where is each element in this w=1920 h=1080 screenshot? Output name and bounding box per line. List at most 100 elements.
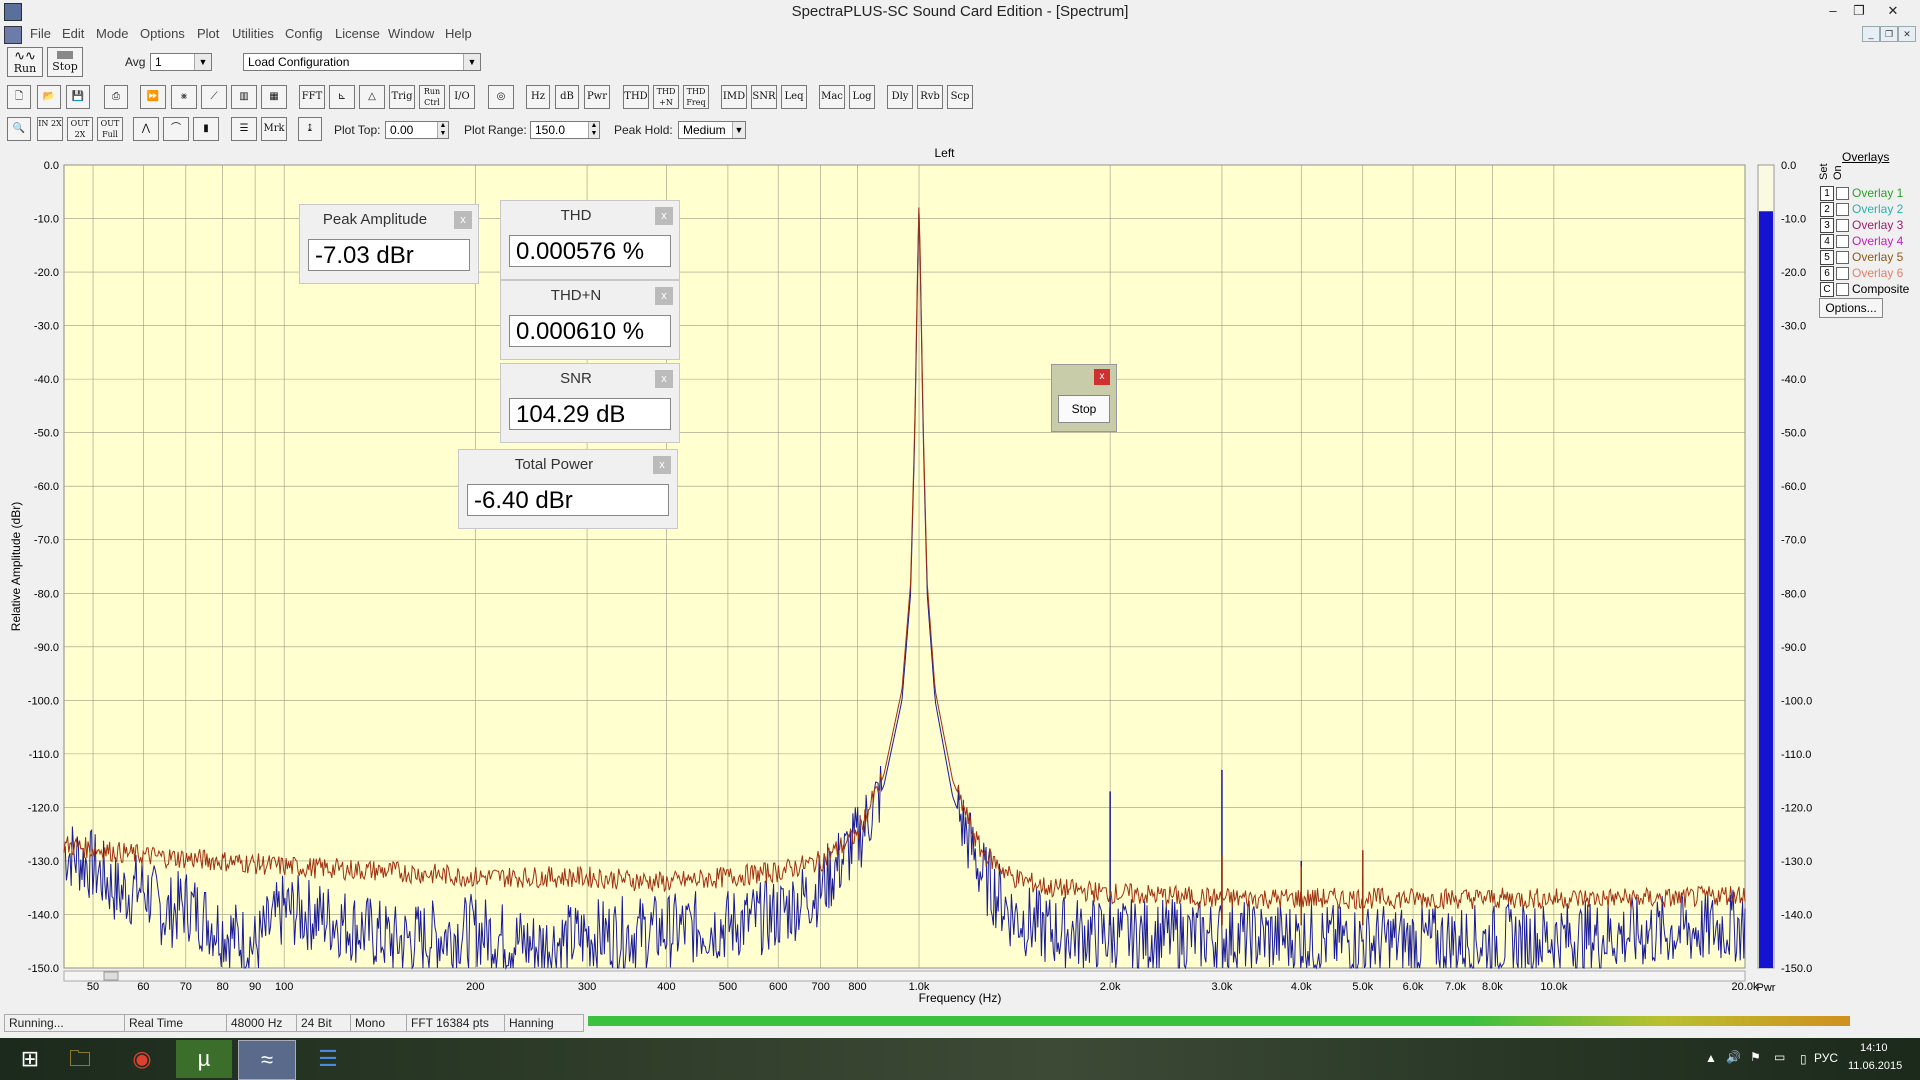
- run-button[interactable]: ∿∿ Run: [7, 47, 43, 77]
- peak-hold-select[interactable]: Medium ▼: [678, 121, 746, 139]
- menu-options[interactable]: Options: [140, 26, 185, 41]
- imd-button[interactable]: IMD: [721, 85, 747, 109]
- mac-button[interactable]: Mac: [819, 85, 845, 109]
- zoom-out-full-button[interactable]: OUT Full: [97, 117, 123, 141]
- thd-freq-button[interactable]: THD Freq: [683, 85, 709, 109]
- signal-generator-icon[interactable]: ◎: [488, 85, 514, 109]
- clock-date[interactable]: 11.06.2015: [1848, 1060, 1902, 1072]
- close-icon[interactable]: x: [454, 211, 472, 229]
- menu-mode[interactable]: Mode: [96, 26, 129, 41]
- log-button[interactable]: Log: [849, 85, 875, 109]
- curve-icon[interactable]: ⌒: [163, 117, 189, 141]
- bars-icon[interactable]: ▥: [231, 85, 257, 109]
- io-button[interactable]: I/O: [449, 85, 475, 109]
- mdi-close-button[interactable]: ✕: [1898, 26, 1916, 42]
- plot-scale-icon[interactable]: ↨: [298, 117, 322, 141]
- overlay-checkbox[interactable]: [1836, 251, 1849, 264]
- tray-battery-icon[interactable]: ▯: [1800, 1052, 1807, 1066]
- menu-license[interactable]: License: [335, 26, 380, 41]
- windows-start-icon[interactable]: ⊞: [2, 1040, 58, 1078]
- fft-button[interactable]: FFT: [299, 85, 325, 109]
- axis-icon[interactable]: ⊾: [329, 85, 355, 109]
- flag-icon[interactable]: ⚑: [1750, 1050, 1761, 1064]
- close-icon[interactable]: x: [655, 287, 673, 305]
- restore-button[interactable]: ❐: [1846, 2, 1872, 20]
- new-file-icon[interactable]: 🗋: [7, 85, 31, 109]
- overlay-options-button[interactable]: Options...: [1819, 298, 1883, 318]
- clock-time[interactable]: 14:10: [1860, 1042, 1888, 1054]
- tray-up-arrow-icon[interactable]: ▲: [1705, 1051, 1717, 1065]
- spinner-icon[interactable]: ▲ ▼: [437, 122, 448, 138]
- zoom-icon[interactable]: 🔍: [7, 117, 31, 141]
- document-icon[interactable]: [4, 26, 22, 44]
- close-button[interactable]: ✕: [1880, 2, 1906, 20]
- stop-button[interactable]: Stop: [47, 47, 83, 77]
- dly-button[interactable]: Dly: [887, 85, 913, 109]
- mdi-restore-button[interactable]: ❐: [1880, 26, 1898, 42]
- overlay-checkbox[interactable]: [1836, 187, 1849, 200]
- minimize-button[interactable]: –: [1820, 2, 1846, 20]
- plot-top-input[interactable]: 0.00 ▲ ▼: [385, 121, 449, 139]
- close-icon[interactable]: x: [653, 456, 671, 474]
- menu-config[interactable]: Config: [285, 26, 323, 41]
- open-file-icon[interactable]: 📂: [37, 85, 61, 109]
- thd-button[interactable]: THD: [623, 85, 649, 109]
- load-configuration-select[interactable]: Load Configuration ▼: [243, 53, 481, 71]
- spectrum-chart[interactable]: Left 0.0 0.0 -10.0 -10.0 -20.0 -20.0 -30.0 -30.0…: [0, 145, 1920, 1012]
- run-ctrl-button[interactable]: Run Ctrl: [419, 85, 445, 109]
- peak-icon[interactable]: ⋀: [133, 117, 159, 141]
- db-button[interactable]: dB: [555, 85, 579, 109]
- leq-button[interactable]: Leq: [781, 85, 807, 109]
- snr-button[interactable]: SNR: [751, 85, 777, 109]
- overlay-checkbox[interactable]: [1836, 203, 1849, 216]
- rvb-button[interactable]: Rvb: [917, 85, 943, 109]
- utorrent-icon[interactable]: µ: [176, 1040, 232, 1078]
- mrk-button[interactable]: Mrk: [261, 117, 287, 141]
- file-explorer-icon[interactable]: 🗀: [52, 1040, 108, 1078]
- menu-window[interactable]: Window: [388, 26, 434, 41]
- slope-icon[interactable]: ⟋: [201, 85, 227, 109]
- close-icon[interactable]: x: [655, 207, 673, 225]
- overlay-set-button[interactable]: 6: [1820, 266, 1834, 281]
- menu-utilities[interactable]: Utilities: [232, 26, 274, 41]
- overlay-set-button[interactable]: 5: [1820, 250, 1834, 265]
- thd-n-button[interactable]: THD +N: [653, 85, 679, 109]
- mdi-minimize-button[interactable]: _: [1862, 26, 1880, 42]
- spectrum-icon[interactable]: ⨳: [171, 85, 197, 109]
- overlay-checkbox[interactable]: [1836, 235, 1849, 248]
- calibrate-icon[interactable]: △: [359, 85, 385, 109]
- overlay-checkbox[interactable]: [1836, 267, 1849, 280]
- stack-app-icon[interactable]: ☰: [300, 1040, 356, 1078]
- spinner-icon[interactable]: ▲ ▼: [588, 122, 599, 138]
- overlay-set-button[interactable]: 2: [1820, 202, 1834, 217]
- stop-dialog-button[interactable]: Stop: [1058, 395, 1110, 423]
- overlay-set-button[interactable]: 4: [1820, 234, 1834, 249]
- close-icon[interactable]: x: [655, 370, 673, 388]
- zoom-in-2x-button[interactable]: IN 2X: [37, 117, 63, 141]
- close-icon[interactable]: x: [1094, 369, 1110, 385]
- list-icon[interactable]: ☰: [231, 117, 257, 141]
- pwr-button[interactable]: Pwr: [584, 85, 610, 109]
- language-indicator[interactable]: РУС: [1814, 1051, 1838, 1065]
- chrome-icon[interactable]: ◉: [114, 1040, 170, 1078]
- zoom-out-2x-button[interactable]: OUT 2X: [67, 117, 93, 141]
- hz-button[interactable]: Hz: [526, 85, 550, 109]
- print-icon[interactable]: ⎙: [104, 85, 128, 109]
- overlay-checkbox[interactable]: [1836, 283, 1849, 296]
- trig-button[interactable]: Trig: [389, 85, 415, 109]
- fast-forward-icon[interactable]: ⏩: [140, 85, 166, 109]
- scp-button[interactable]: Scp: [947, 85, 973, 109]
- menu-plot[interactable]: Plot: [197, 26, 219, 41]
- menu-file[interactable]: File: [30, 26, 51, 41]
- overlay-set-button[interactable]: 1: [1820, 186, 1834, 201]
- save-icon[interactable]: 💾: [66, 85, 90, 109]
- spectrum-plot[interactable]: Left 0.0 0.0 -10.0 -10.0 -20.0 -20.0 -30.0 -30.0…: [0, 145, 1920, 1012]
- avg-select[interactable]: 1 ▼: [150, 53, 212, 71]
- spectraplus-taskbar-icon[interactable]: ≈: [238, 1040, 296, 1080]
- overlay-set-button[interactable]: 3: [1820, 218, 1834, 233]
- menu-help[interactable]: Help: [445, 26, 472, 41]
- overlay-set-button[interactable]: C: [1820, 282, 1834, 297]
- volume-icon[interactable]: 🔊: [1726, 1050, 1741, 1064]
- menu-edit[interactable]: Edit: [62, 26, 84, 41]
- spectrogram-icon[interactable]: ▦: [261, 85, 287, 109]
